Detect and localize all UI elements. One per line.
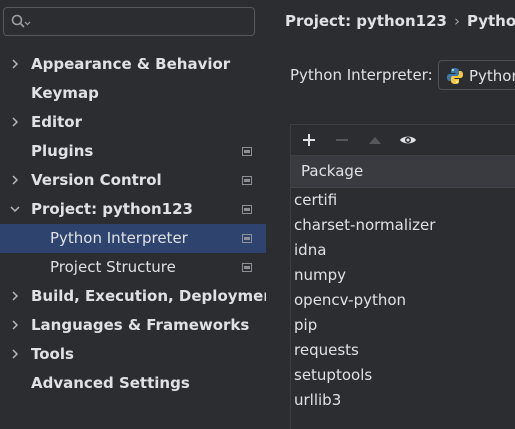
sidebar-item-editor[interactable]: Editor [0,108,266,137]
sidebar-item-label: Editor [31,113,82,131]
sidebar-item-keymap[interactable]: Keymap [0,79,266,108]
python-interpreter-label: Python Interpreter: [290,66,433,84]
chevron-right-icon[interactable] [9,319,21,331]
sidebar-item-appearance-behavior[interactable]: Appearance & Behavior [0,50,266,79]
packages-panel: Package certifi charset-normalizer idna … [290,124,515,429]
package-row[interactable]: requests [291,338,515,363]
package-row[interactable]: numpy [291,263,515,288]
chevron-down-icon[interactable] [9,203,21,215]
chevron-right-icon[interactable] [9,348,21,360]
sidebar-item-label: Appearance & Behavior [31,55,231,73]
sidebar-item-python-interpreter[interactable]: Python Interpreter [0,224,266,253]
settings-content: Project: python123 › Python I Python Inter… [266,0,515,429]
python-interpreter-value: Python [469,67,515,85]
sidebar-item-label: Languages & Frameworks [31,316,250,334]
sidebar-item-label: Tools [31,345,74,363]
sidebar-item-label: Advanced Settings [31,374,190,392]
chevron-right-icon[interactable] [9,58,21,70]
package-row[interactable]: setuptools [291,363,515,388]
search-input[interactable] [34,11,248,33]
breadcrumb: Project: python123 › Python I [285,12,515,30]
sidebar-item-label: Build, Execution, Deployment [31,287,282,305]
triangle-up-icon[interactable] [366,131,384,149]
sidebar-item-advanced-settings[interactable]: Advanced Settings [0,369,266,398]
package-row[interactable]: urllib3 [291,388,515,413]
sidebar-item-label: Project Structure [50,258,176,276]
sidebar-item-languages-frameworks[interactable]: Languages & Frameworks [0,311,266,340]
package-row[interactable]: opencv-python [291,288,515,313]
sidebar-item-label: Project: python123 [31,200,193,218]
package-row[interactable]: idna [291,238,515,263]
package-row[interactable]: pip [291,313,515,338]
chevron-right-icon[interactable] [9,290,21,302]
package-row[interactable]: certifi [291,188,515,213]
sidebar-item-build-execution-deployment[interactable]: Build, Execution, Deployment [0,282,281,311]
project-scope-icon [242,147,252,156]
packages-toolbar [291,125,515,156]
sidebar-item-version-control[interactable]: Version Control [0,166,266,195]
sidebar-item-project[interactable]: Project: python123 [0,195,266,224]
project-scope-icon [242,205,252,214]
project-scope-icon [242,234,252,243]
project-scope-icon [242,263,252,272]
sidebar-item-label: Python Interpreter [50,229,188,247]
eye-icon[interactable] [399,131,417,149]
breadcrumb-separator: › [453,12,460,30]
sidebar-item-project-structure[interactable]: Project Structure [0,253,266,282]
settings-sidebar: Appearance & Behavior Keymap Editor Plug… [0,0,281,429]
sidebar-item-label: Version Control [31,171,162,189]
project-scope-icon [242,176,252,185]
search-icon [11,14,31,28]
package-list: certifi charset-normalizer idna numpy op… [291,188,515,413]
settings-search-box[interactable] [3,7,255,36]
plus-icon[interactable] [300,131,318,149]
python-logo-icon [447,68,463,84]
chevron-right-icon[interactable] [9,116,21,128]
sidebar-item-label: Keymap [31,84,99,102]
breadcrumb-page: Python I [466,12,515,30]
package-column-header[interactable]: Package [291,156,515,188]
sidebar-item-plugins[interactable]: Plugins [0,137,266,166]
minus-icon[interactable] [333,131,351,149]
python-interpreter-dropdown[interactable]: Python [438,60,515,90]
sidebar-item-tools[interactable]: Tools [0,340,266,369]
sidebar-item-label: Plugins [31,142,94,160]
chevron-right-icon[interactable] [9,174,21,186]
breadcrumb-project[interactable]: Project: python123 [285,12,447,30]
package-row[interactable]: charset-normalizer [291,213,515,238]
settings-tree: Appearance & Behavior Keymap Editor Plug… [0,50,281,398]
